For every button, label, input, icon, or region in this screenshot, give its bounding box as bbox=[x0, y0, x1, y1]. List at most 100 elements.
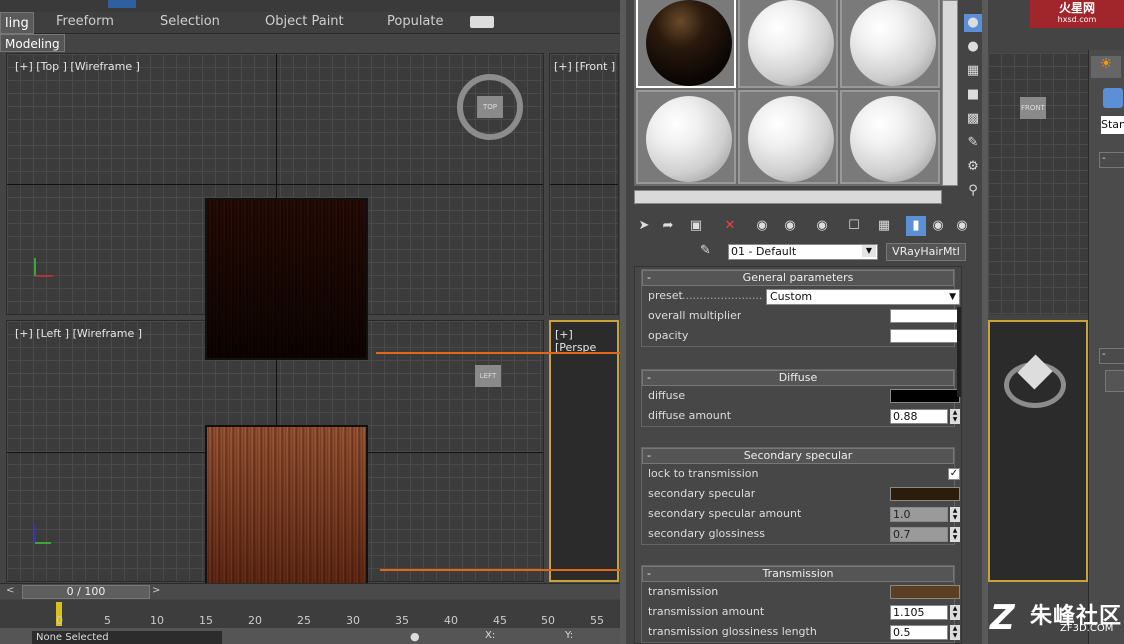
transmission-color-swatch[interactable] bbox=[890, 585, 960, 599]
rollout-secondary-header[interactable]: - Secondary specular bbox=[642, 448, 954, 464]
select-by-material-icon[interactable]: ⚲ bbox=[964, 182, 982, 200]
param-label: secondary glossiness bbox=[648, 527, 765, 540]
secondary-specular-swatch[interactable] bbox=[890, 487, 960, 501]
parameters-scrollbar[interactable] bbox=[957, 307, 961, 397]
background-icon[interactable]: ▦ bbox=[964, 62, 982, 80]
sample-slot[interactable] bbox=[738, 0, 838, 88]
make-preview-icon[interactable]: ✎ bbox=[964, 134, 982, 152]
backlight-icon[interactable]: ● bbox=[964, 38, 982, 56]
viewport-front-right[interactable]: FRONT bbox=[988, 53, 1088, 315]
transmission-glossiness-spinner[interactable]: 0.5 bbox=[890, 625, 948, 640]
viewcube-front[interactable]: FRONT bbox=[1020, 97, 1046, 119]
secondary-glossiness-spinner[interactable]: 0.7 bbox=[890, 527, 948, 542]
spinner-arrows-icon[interactable]: ▲ ▼ bbox=[950, 625, 960, 640]
material-type-button[interactable]: VRayHairMtl bbox=[886, 243, 966, 261]
y-coord-label: Y: bbox=[565, 630, 574, 641]
viewcube-top[interactable]: TOP bbox=[477, 96, 503, 118]
collapse-icon[interactable]: - bbox=[1099, 152, 1124, 168]
viewcube-left[interactable]: LEFT bbox=[475, 365, 501, 387]
quick-access-button[interactable] bbox=[108, 0, 136, 8]
name-field[interactable] bbox=[1105, 370, 1124, 392]
sample-slot[interactable] bbox=[738, 90, 838, 184]
preset-value: Custom bbox=[770, 290, 813, 303]
tab-populate[interactable]: Populate bbox=[387, 14, 444, 29]
assign-to-selection-icon[interactable]: ▣ bbox=[686, 216, 706, 236]
material-name-field[interactable]: 01 - Default bbox=[728, 244, 878, 260]
secondary-amount-spinner[interactable]: 1.0 bbox=[890, 507, 948, 522]
transmission-amount-spinner[interactable]: 1.105 bbox=[890, 605, 948, 620]
put-to-scene-icon[interactable]: ➦ bbox=[658, 216, 678, 236]
chevron-down-icon[interactable]: ▼ bbox=[862, 245, 876, 257]
get-material-icon[interactable]: ➤ bbox=[634, 216, 654, 236]
tick-label: 35 bbox=[395, 614, 409, 627]
time-slider[interactable]: < 0 / 100 > bbox=[0, 583, 620, 599]
material-parameters: - General parameters preset .............… bbox=[634, 266, 962, 644]
sample-slots-hscroll[interactable] bbox=[634, 190, 942, 204]
video-color-check-icon[interactable]: ▩ bbox=[964, 110, 982, 128]
sample-slot[interactable] bbox=[636, 90, 736, 184]
rollout-general-header[interactable]: - General parameters bbox=[642, 270, 954, 286]
collapse-icon: - bbox=[647, 371, 651, 384]
track-bar[interactable]: 0 5 10 15 20 25 30 35 40 45 50 55 bbox=[0, 600, 620, 628]
put-to-library-icon[interactable]: ◉ bbox=[812, 216, 832, 236]
tab-object-paint[interactable]: Object Paint bbox=[265, 14, 344, 29]
param-label: overall multiplier bbox=[648, 309, 742, 322]
spinner-arrows-icon[interactable]: ▲ ▼ bbox=[950, 507, 960, 522]
spinner-arrows-icon[interactable]: ▲ ▼ bbox=[950, 605, 960, 620]
sample-slot-active[interactable] bbox=[636, 0, 736, 88]
opacity-swatch[interactable] bbox=[890, 329, 960, 343]
options-icon[interactable]: ⚙ bbox=[964, 158, 982, 176]
sample-slot[interactable] bbox=[840, 90, 940, 184]
lock-icon[interactable]: ● bbox=[410, 630, 420, 643]
viewport-perspective[interactable]: [+] [Perspe bbox=[549, 320, 619, 582]
param-row: secondary specular bbox=[642, 484, 960, 504]
rollout-transmission-header[interactable]: - Transmission bbox=[642, 566, 954, 582]
spinner-arrows-icon[interactable]: ▲ ▼ bbox=[950, 409, 960, 424]
object-type-dropdown[interactable]: Stan bbox=[1101, 116, 1124, 134]
go-forward-to-sibling-icon[interactable]: ◉ bbox=[952, 216, 972, 236]
tab-freeform[interactable]: Freeform bbox=[56, 14, 114, 29]
rollout-title: Secondary specular bbox=[743, 449, 853, 462]
show-map-in-viewport-icon[interactable]: ▦ bbox=[874, 216, 894, 236]
light-hair-plane[interactable] bbox=[205, 425, 368, 587]
tab-selection[interactable]: Selection bbox=[160, 14, 220, 29]
viewport-front-label[interactable]: [+] [Front ] bbox=[554, 60, 615, 73]
collapse-icon[interactable]: - bbox=[1099, 348, 1124, 364]
viewport-perspective-right[interactable] bbox=[988, 320, 1088, 582]
tab-modeling[interactable]: ling bbox=[0, 12, 34, 34]
collapse-icon: - bbox=[647, 271, 651, 284]
copy-material-icon[interactable]: ◉ bbox=[752, 216, 772, 236]
sample-slots-vscroll[interactable] bbox=[942, 0, 958, 186]
quick-access-bar bbox=[0, 0, 620, 12]
reset-map-icon[interactable]: ✕ bbox=[720, 216, 740, 236]
create-tab-icon[interactable]: ☀ bbox=[1091, 56, 1121, 78]
eyedropper-icon[interactable]: ✎ bbox=[700, 243, 718, 261]
material-id-channel-icon[interactable]: ☐ bbox=[844, 216, 864, 236]
overall-multiplier-swatch[interactable] bbox=[890, 309, 960, 323]
param-label: lock to transmission bbox=[648, 467, 759, 480]
go-to-parent-icon[interactable]: ◉ bbox=[928, 216, 948, 236]
time-next-icon[interactable]: > bbox=[152, 585, 160, 596]
tick-label: 50 bbox=[541, 614, 555, 627]
sample-type-icon[interactable]: ● bbox=[964, 14, 982, 32]
diffuse-amount-spinner[interactable]: 0.88 bbox=[890, 409, 948, 424]
ribbon-options-dropdown[interactable] bbox=[470, 16, 494, 28]
viewport-left-label[interactable]: [+] [Left ] [Wireframe ] bbox=[15, 327, 142, 340]
time-prev-icon[interactable]: < bbox=[6, 585, 14, 596]
viewport-top-label[interactable]: [+] [Top ] [Wireframe ] bbox=[15, 60, 140, 73]
sample-slot[interactable] bbox=[840, 0, 940, 88]
rollout-diffuse-header[interactable]: - Diffuse bbox=[642, 370, 954, 386]
preset-select[interactable]: Custom ▼ bbox=[766, 289, 960, 305]
spinner-arrows-icon[interactable]: ▲ ▼ bbox=[950, 527, 960, 542]
viewport-perspective-label[interactable]: [+] [Perspe bbox=[555, 328, 617, 354]
time-slider-thumb[interactable]: 0 / 100 bbox=[22, 585, 150, 599]
geometry-icon[interactable] bbox=[1103, 88, 1123, 108]
diffuse-color-swatch[interactable] bbox=[890, 389, 960, 403]
modeling-subtab[interactable]: Modeling bbox=[0, 34, 65, 52]
dark-hair-plane[interactable] bbox=[205, 198, 368, 360]
make-unique-icon[interactable]: ◉ bbox=[780, 216, 800, 236]
lock-to-transmission-checkbox[interactable]: ✓ bbox=[948, 468, 960, 480]
viewport-front[interactable]: [+] [Front ] bbox=[549, 53, 619, 315]
uv-tiling-icon[interactable]: ■ bbox=[964, 86, 982, 104]
show-end-result-icon[interactable]: ▮ bbox=[906, 216, 926, 236]
